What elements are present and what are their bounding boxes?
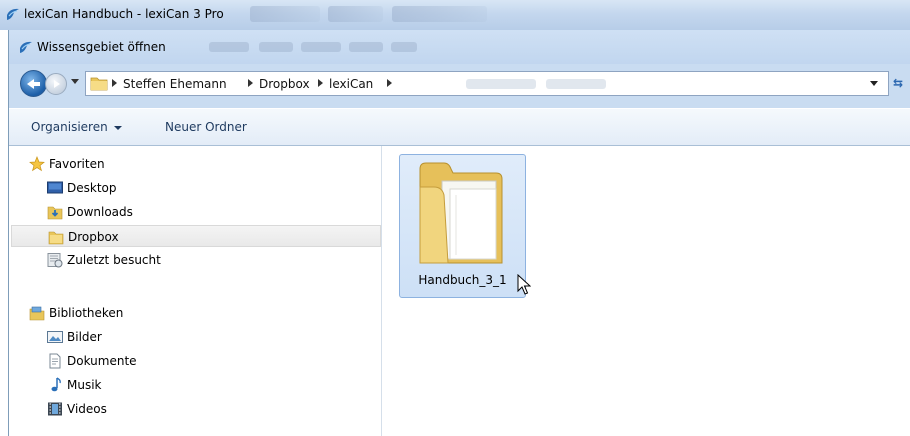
address-dropdown-icon[interactable] [870, 81, 878, 86]
blurred-menu-text [301, 42, 341, 52]
navigation-pane[interactable]: Favoriten Desktop Downloads Dropbox Zule… [9, 146, 382, 436]
sidebar-item-label: Dropbox [68, 230, 119, 244]
recent-pages-dropdown-icon[interactable] [71, 79, 79, 84]
breadcrumb-separator-icon[interactable] [112, 79, 117, 87]
sidebar-item-pictures[interactable]: Bilder [9, 326, 379, 348]
open-dialog: Wissensgebiet öffnen Steffen Ehemann Dro… [8, 30, 910, 436]
organize-button[interactable]: Organisieren [31, 120, 122, 134]
back-arrow-icon[interactable] [20, 70, 47, 97]
background-window-titlebar[interactable]: lexiCan Handbuch - lexiCan 3 Pro [0, 0, 910, 30]
breadcrumb-steffen-ehemann[interactable]: Steffen Ehemann [123, 77, 227, 91]
sidebar-item-label: Bilder [67, 330, 102, 344]
pictures-icon [47, 331, 63, 343]
large-folder-icon [419, 162, 503, 264]
lexican-app-icon [7, 8, 19, 20]
refresh-icon[interactable]: ⇆ [893, 72, 910, 94]
blurred-address-text [466, 79, 536, 89]
dialog-title: Wissensgebiet öffnen [37, 40, 166, 54]
lexican-app-icon [20, 41, 32, 53]
background-window-title: lexiCan Handbuch - lexiCan 3 Pro [24, 7, 224, 21]
libraries-icon [29, 306, 45, 321]
blurred-menu-text [391, 42, 417, 52]
desktop-icon [47, 181, 63, 194]
organize-label: Organisieren [31, 120, 108, 134]
blurred-menu-text [349, 42, 383, 52]
blurred-menu-text [209, 42, 249, 52]
sidebar-item-desktop[interactable]: Desktop [9, 177, 379, 199]
breadcrumb-lexican[interactable]: lexiCan [329, 77, 373, 91]
chevron-down-icon [113, 125, 122, 130]
mouse-cursor-icon [517, 274, 531, 295]
blurred-title-text [250, 6, 320, 22]
star-icon [29, 156, 45, 172]
sidebar-item-dropbox[interactable]: Dropbox [11, 225, 381, 247]
sidebar-item-music[interactable]: Musik [9, 374, 379, 396]
sidebar-item-documents[interactable]: Dokumente [9, 350, 379, 372]
nav-libraries-label: Bibliotheken [49, 306, 124, 320]
folder-icon [90, 77, 108, 91]
address-row: Steffen Ehemann Dropbox lexiCan ⇆ [9, 64, 910, 104]
dialog-titlebar[interactable]: Wissensgebiet öffnen [9, 30, 910, 64]
sidebar-item-label: Desktop [67, 181, 117, 195]
breadcrumb-separator-icon[interactable] [248, 79, 253, 87]
music-icon [51, 377, 61, 392]
breadcrumb-separator-icon[interactable] [318, 79, 323, 87]
file-list-pane[interactable]: Handbuch_3_1 [382, 146, 910, 436]
downloads-folder-icon [47, 206, 63, 220]
sidebar-item-label: Zuletzt besucht [67, 253, 161, 267]
new-folder-button[interactable]: Neuer Ordner [165, 120, 247, 134]
nav-favorites-label: Favoriten [49, 157, 105, 171]
blurred-address-text [546, 79, 606, 89]
sidebar-item-recent[interactable]: Zuletzt besucht [9, 249, 379, 271]
blurred-title-text [328, 6, 383, 22]
videos-icon [48, 402, 62, 416]
blurred-menu-text [259, 42, 293, 52]
folder-name-label: Handbuch_3_1 [418, 273, 507, 287]
folder-item-handbuch[interactable]: Handbuch_3_1 [399, 154, 526, 298]
sidebar-item-label: Videos [67, 402, 107, 416]
dropbox-folder-icon [48, 231, 64, 245]
sidebar-item-downloads[interactable]: Downloads [9, 201, 379, 223]
command-bar: Organisieren Neuer Ordner [9, 108, 910, 146]
sidebar-item-label: Musik [67, 378, 102, 392]
breadcrumb-separator-icon[interactable] [387, 79, 392, 87]
forward-arrow-icon[interactable] [45, 73, 67, 95]
documents-icon [49, 353, 61, 369]
breadcrumb-dropbox[interactable]: Dropbox [259, 77, 310, 91]
sidebar-item-videos[interactable]: Videos [9, 398, 379, 420]
sidebar-item-label: Downloads [67, 205, 133, 219]
blurred-title-text [392, 6, 487, 22]
nav-favorites-header[interactable]: Favoriten [9, 153, 379, 175]
sidebar-item-label: Dokumente [67, 354, 137, 368]
recent-places-icon [47, 253, 63, 268]
nav-libraries-header[interactable]: Bibliotheken [9, 302, 379, 324]
address-bar[interactable]: Steffen Ehemann Dropbox lexiCan [85, 71, 889, 96]
